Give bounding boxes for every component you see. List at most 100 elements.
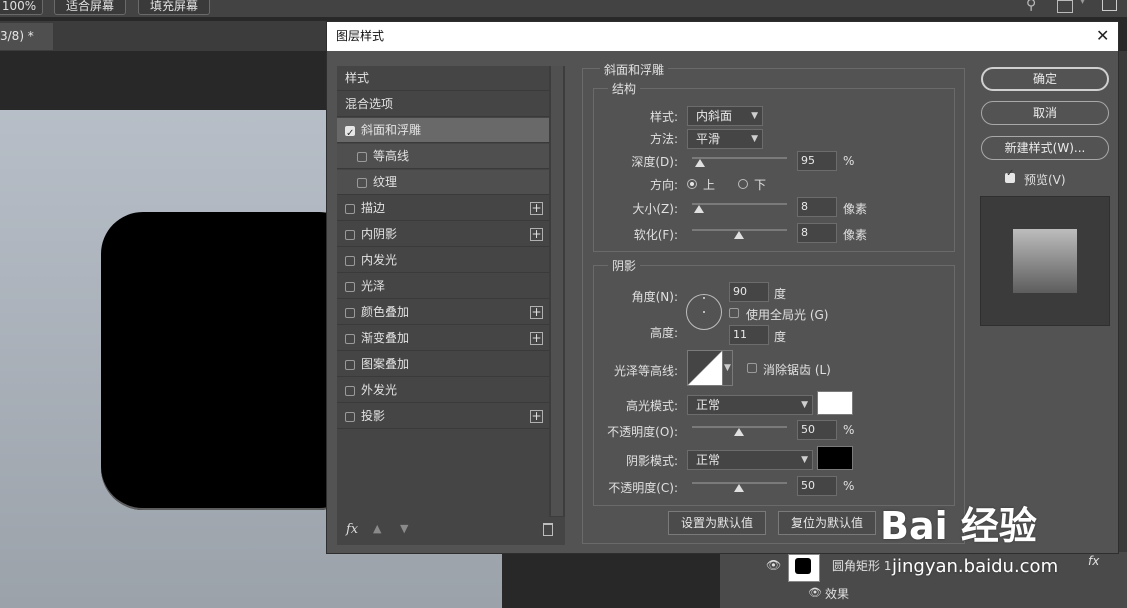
style-item[interactable]: 纹理 (337, 170, 549, 195)
chevron-down-icon: ▼ (751, 111, 758, 121)
style-item-checkbox[interactable] (345, 360, 355, 370)
angle-input[interactable]: 90 (729, 282, 769, 302)
altitude-input[interactable]: 11 (729, 325, 769, 345)
style-item[interactable]: 图案叠加 (337, 352, 549, 377)
dialog-title: 图层样式 (336, 29, 385, 43)
shadow-mode-select[interactable]: 正常 ▼ (687, 450, 813, 470)
move-down-icon[interactable]: ▼ (400, 522, 408, 535)
layer-name[interactable]: 圆角矩形 1 (832, 557, 891, 574)
style-item[interactable]: 内发光 (337, 248, 549, 273)
size-input[interactable]: 8 (797, 197, 837, 217)
chevron-down-icon: ▼ (751, 134, 758, 144)
style-item-label: 描边 (361, 201, 386, 215)
reset-default-button[interactable]: 复位为默认值 (778, 511, 876, 535)
style-item[interactable]: 颜色叠加 + (337, 300, 549, 325)
global-light-checkbox[interactable] (729, 308, 739, 318)
style-item-checkbox[interactable] (345, 230, 355, 240)
style-item-checkbox[interactable] (345, 308, 355, 318)
style-item[interactable]: 描边 + (337, 196, 549, 221)
add-style-plus-icon[interactable]: + (530, 202, 543, 215)
fill-screen-button[interactable]: 填充屏幕 (138, 0, 210, 15)
style-item[interactable]: 混合选项 (337, 92, 549, 117)
shadow-opacity-input[interactable]: 50 (797, 476, 837, 496)
ok-button[interactable]: 确定 (981, 67, 1109, 91)
layer-fx-icon[interactable]: fx (1088, 554, 1099, 568)
depth-slider-track[interactable] (692, 157, 787, 159)
close-icon[interactable]: ✕ (1096, 26, 1109, 45)
preview-checkbox[interactable] (1005, 168, 1015, 183)
style-item[interactable]: 光泽 (337, 274, 549, 299)
gloss-contour-swatch[interactable] (687, 350, 723, 386)
style-item-checkbox[interactable] (357, 152, 367, 162)
technique-select[interactable]: 平滑 ▼ (687, 129, 763, 149)
style-item-checkbox[interactable] (357, 178, 367, 188)
trash-icon[interactable] (543, 523, 553, 536)
styles-list-footer: fx ▲ ▼ (337, 517, 565, 545)
add-style-plus-icon[interactable]: + (530, 332, 543, 345)
style-item-checkbox[interactable] (345, 334, 355, 344)
fx-icon[interactable]: fx (346, 522, 358, 537)
size-slider-thumb[interactable] (694, 205, 704, 213)
direction-down-radio[interactable] (738, 179, 748, 189)
depth-input[interactable]: 95 (797, 151, 837, 171)
layer-visibility-eye-icon[interactable]: 👁 (766, 558, 781, 572)
style-item[interactable]: 样式 (337, 66, 549, 91)
style-item[interactable]: 外发光 (337, 378, 549, 403)
style-item[interactable]: 等高线 (337, 144, 549, 169)
highlight-opacity-label: 不透明度(O): (607, 425, 678, 439)
move-up-icon[interactable]: ▲ (373, 522, 381, 535)
preview-thumbnail (1013, 229, 1077, 293)
depth-slider-thumb[interactable] (695, 159, 705, 167)
add-style-plus-icon[interactable]: + (530, 410, 543, 423)
angle-label: 角度(N): (631, 290, 678, 304)
angle-dial[interactable] (686, 294, 722, 330)
size-slider-track[interactable] (692, 203, 787, 205)
effects-visibility-eye-icon[interactable]: 👁 (808, 586, 822, 599)
add-style-plus-icon[interactable]: + (530, 306, 543, 319)
search-icon[interactable]: ⚲ (1026, 0, 1036, 13)
style-item-checkbox[interactable] (345, 121, 355, 146)
fit-screen-button[interactable]: 适合屏幕 (54, 0, 126, 15)
style-item[interactable]: 内阴影 + (337, 222, 549, 247)
style-item[interactable]: 投影 + (337, 404, 549, 429)
style-select[interactable]: 内斜面 ▼ (687, 106, 763, 126)
workspace-icon[interactable] (1057, 0, 1073, 13)
highlight-opacity-slider-thumb[interactable] (734, 428, 744, 436)
highlight-mode-value: 正常 (696, 398, 721, 412)
add-style-plus-icon[interactable]: + (530, 228, 543, 241)
style-item-checkbox[interactable] (345, 256, 355, 266)
style-item-label: 内阴影 (361, 227, 398, 241)
structure-title: 结构 (608, 80, 641, 97)
share-icon[interactable] (1102, 0, 1117, 11)
shading-title: 阴影 (608, 257, 641, 274)
zoom-100-button[interactable]: 100% (0, 0, 43, 15)
style-item[interactable]: 斜面和浮雕 (337, 118, 549, 146)
style-item-checkbox[interactable] (345, 386, 355, 396)
shadow-opacity-slider-thumb[interactable] (734, 484, 744, 492)
soften-input[interactable]: 8 (797, 223, 837, 243)
style-item-checkbox[interactable] (345, 412, 355, 422)
shadow-opacity-label: 不透明度(C): (608, 481, 678, 495)
angle-dial-center (703, 311, 705, 313)
chevron-down-icon[interactable]: ▾ (1080, 0, 1085, 7)
antialias-checkbox[interactable] (747, 363, 757, 373)
document-tab[interactable]: 3/8) * × (0, 23, 53, 70)
styles-scrollbar-thumb[interactable] (551, 66, 563, 516)
highlight-color-swatch[interactable] (817, 391, 853, 415)
highlight-mode-select[interactable]: 正常 ▼ (687, 395, 813, 415)
style-label: 样式: (649, 110, 678, 124)
cancel-button[interactable]: 取消 (981, 101, 1109, 125)
chevron-down-icon: ▼ (801, 455, 808, 465)
contour-chevron-down-icon[interactable]: ▼ (722, 350, 733, 386)
shadow-color-swatch[interactable] (817, 446, 853, 470)
style-item-checkbox[interactable] (345, 282, 355, 292)
make-default-button[interactable]: 设置为默认值 (668, 511, 766, 535)
style-item[interactable]: 渐变叠加 + (337, 326, 549, 351)
soften-slider-thumb[interactable] (734, 231, 744, 239)
direction-down-label: 下 (754, 178, 767, 192)
style-item-checkbox[interactable] (345, 204, 355, 214)
technique-select-value: 平滑 (696, 132, 721, 146)
direction-up-radio[interactable] (687, 179, 697, 189)
new-style-button[interactable]: 新建样式(W)... (981, 136, 1109, 160)
highlight-opacity-input[interactable]: 50 (797, 420, 837, 440)
